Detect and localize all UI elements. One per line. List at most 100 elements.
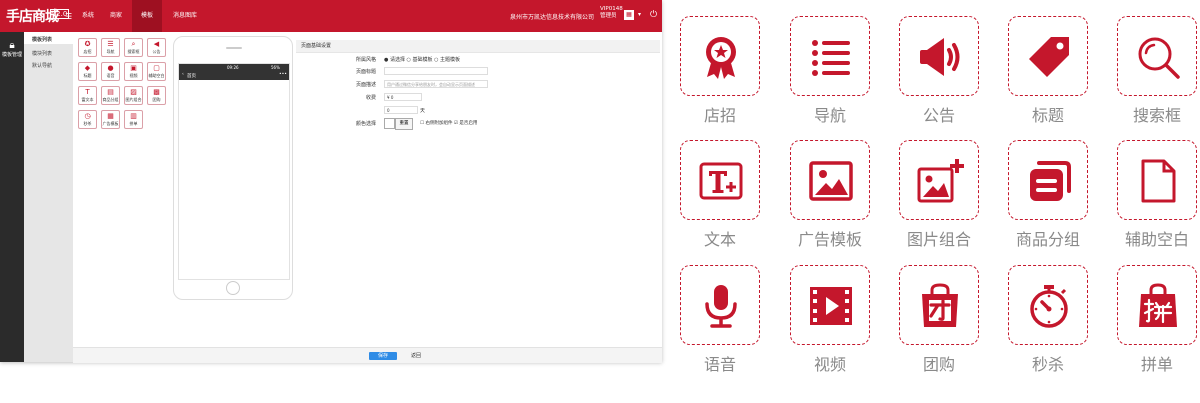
text-icon: T <box>85 88 90 96</box>
widget-tag[interactable]: ◆ 标题 <box>78 62 97 81</box>
addon-checkboxes[interactable]: ☐ 右侧附加组件 ☑ 是否启用 <box>420 120 477 126</box>
image-add-icon: ▨ <box>130 88 137 96</box>
widget-label: 团购 <box>152 97 161 102</box>
save-button[interactable]: 保存 <box>369 352 397 360</box>
groupbuy-icon <box>916 282 964 330</box>
widget-stopwatch[interactable]: ◷ 秒杀 <box>78 110 97 129</box>
widget-label: 秒杀 <box>83 121 92 126</box>
menu-icon[interactable]: ☰ <box>65 12 72 21</box>
power-icon[interactable]: ⏻ <box>650 10 657 20</box>
microphone-icon: ● <box>107 64 114 72</box>
bag-icon: ▥ <box>130 112 137 120</box>
reset-button[interactable]: 重置 <box>395 118 413 130</box>
nav-tab-template[interactable]: 模板 <box>132 0 162 32</box>
sidebar-item-template-manage[interactable]: 🔒︎ 模板管理 <box>0 40 24 58</box>
more-icon[interactable]: ••• <box>279 72 287 77</box>
tile-label: 广告模板 <box>797 230 862 249</box>
search-icon <box>1134 33 1182 81</box>
widget-label: 商品分组 <box>102 97 119 102</box>
days-input[interactable]: 0 <box>384 106 418 114</box>
widget-label: 拼单 <box>129 121 138 126</box>
chevron-down-icon[interactable]: ▾ <box>638 11 641 18</box>
settings-title: 页面基础设置 <box>296 40 660 53</box>
tile-badge[interactable] <box>680 16 760 96</box>
nav-tab-system[interactable]: 系统 <box>76 0 100 32</box>
tile-search[interactable] <box>1117 16 1197 96</box>
widget-film[interactable]: ▣ 视频 <box>124 62 143 81</box>
color-swatch[interactable] <box>384 118 395 129</box>
tile-blank-page[interactable] <box>1117 140 1197 220</box>
tile-label: 文本 <box>703 230 736 249</box>
blank-page-icon: ▢ <box>153 64 160 72</box>
tile-group[interactable] <box>1008 140 1088 220</box>
widget-groupbuy[interactable]: ▩ 团购 <box>147 86 166 105</box>
speaker-icon <box>916 33 964 81</box>
tile-text[interactable] <box>680 140 760 220</box>
widget-badge[interactable]: ✪ 店招 <box>78 38 97 57</box>
days-unit: 天 <box>420 108 426 114</box>
widget-blank-page[interactable]: ▢ 辅助空白 <box>147 62 166 81</box>
widget-label: 导航 <box>106 49 115 54</box>
page-desc-input[interactable]: 用户通过微信分享给朋友时，会自动显示页面描述 <box>384 80 488 88</box>
fee-label: 收费 <box>365 95 376 101</box>
widget-image[interactable]: ▦ 广告模板 <box>101 110 120 129</box>
list-icon: ☰ <box>107 40 114 48</box>
tile-groupbuy[interactable] <box>899 265 979 345</box>
widget-image-add[interactable]: ▨ 图片组合 <box>124 86 143 105</box>
tile-image[interactable] <box>790 140 870 220</box>
tag-icon <box>1025 33 1073 81</box>
list-icon <box>807 33 855 81</box>
tile-label: 公告 <box>922 106 955 125</box>
widget-text[interactable]: T 富文本 <box>78 86 97 105</box>
speaker-icon: ◀ <box>153 40 160 48</box>
admin-screenshot: 手店商城 v2.0 ☰ 系统 商家 模板 消息图库 泉州市万凯达信息技术有限公司… <box>0 0 662 363</box>
tile-tag[interactable] <box>1008 16 1088 96</box>
tile-label: 视频 <box>813 355 846 374</box>
nav-tab-gallery[interactable]: 消息图库 <box>168 0 202 32</box>
page-title-input[interactable] <box>384 67 488 75</box>
top-bar: 手店商城 v2.0 ☰ 系统 商家 模板 消息图库 泉州市万凯达信息技术有限公司… <box>0 0 662 32</box>
store-icon[interactable]: ▦ <box>624 10 634 20</box>
sidebar-item-default-nav[interactable]: 默认导航 <box>32 62 52 69</box>
widget-label: 公告 <box>152 49 161 54</box>
sidebar-item-template-list[interactable]: 模板列表 <box>32 36 52 43</box>
tile-label: 语音 <box>703 355 736 374</box>
widget-list[interactable]: ☰ 导航 <box>101 38 120 57</box>
widget-speaker[interactable]: ◀ 公告 <box>147 38 166 57</box>
tile-microphone[interactable] <box>680 265 760 345</box>
sidebar-secondary: 模板列表 模块列表 默认导航 <box>24 32 73 362</box>
tile-image-add[interactable] <box>899 140 979 220</box>
phone-home-button <box>226 281 240 295</box>
user-info: VIP0148 管理员 <box>600 6 623 20</box>
color-label: 颜色选择 <box>355 121 376 127</box>
tile-bag[interactable] <box>1117 265 1197 345</box>
widget-label: 富文本 <box>81 97 94 102</box>
tile-label: 商品分组 <box>1015 230 1080 249</box>
style-radio-group[interactable]: ● 请选择 ○ 基础模板 ○ 主题模板 <box>384 56 460 63</box>
tag-icon: ◆ <box>84 64 91 72</box>
tile-list[interactable] <box>790 16 870 96</box>
widget-label: 语音 <box>106 73 115 78</box>
user-role: 管理员 <box>600 13 617 19</box>
tile-speaker[interactable] <box>899 16 979 96</box>
sidebar-primary: 🔒︎ 模板管理 <box>0 32 24 362</box>
back-chevron-icon[interactable]: ‹ <box>182 72 184 77</box>
sidebar-item-module-list[interactable]: 模块列表 <box>32 50 52 57</box>
film-icon <box>807 282 855 330</box>
fee-input[interactable]: ¥ 0 <box>384 93 422 101</box>
widget-bag[interactable]: ▥ 拼单 <box>124 110 143 129</box>
tile-stopwatch[interactable] <box>1008 265 1088 345</box>
phone-screen: 09:26 56% ‹ 首页 ••• <box>178 63 290 280</box>
widget-palette: ✪ 店招 ☰ 导航 ⌕ 搜索框 ◀ 公告 ◆ 标题 ● 语音 ▣ 视频 ▢ 辅助空白 T 富文本 ▤ 商品分组 ▨ 图片组… <box>74 36 170 134</box>
image-icon: ▦ <box>107 112 114 120</box>
tile-label: 店招 <box>703 106 736 125</box>
tile-label: 标题 <box>1031 106 1064 125</box>
nav-tab-merchant[interactable]: 商家 <box>104 0 128 32</box>
tile-label: 图片组合 <box>906 230 971 249</box>
tile-label: 导航 <box>813 106 846 125</box>
back-button[interactable]: 返回 <box>403 352 429 360</box>
tile-film[interactable] <box>790 265 870 345</box>
widget-search[interactable]: ⌕ 搜索框 <box>124 38 143 57</box>
widget-microphone[interactable]: ● 语音 <box>101 62 120 81</box>
widget-group[interactable]: ▤ 商品分组 <box>101 86 120 105</box>
